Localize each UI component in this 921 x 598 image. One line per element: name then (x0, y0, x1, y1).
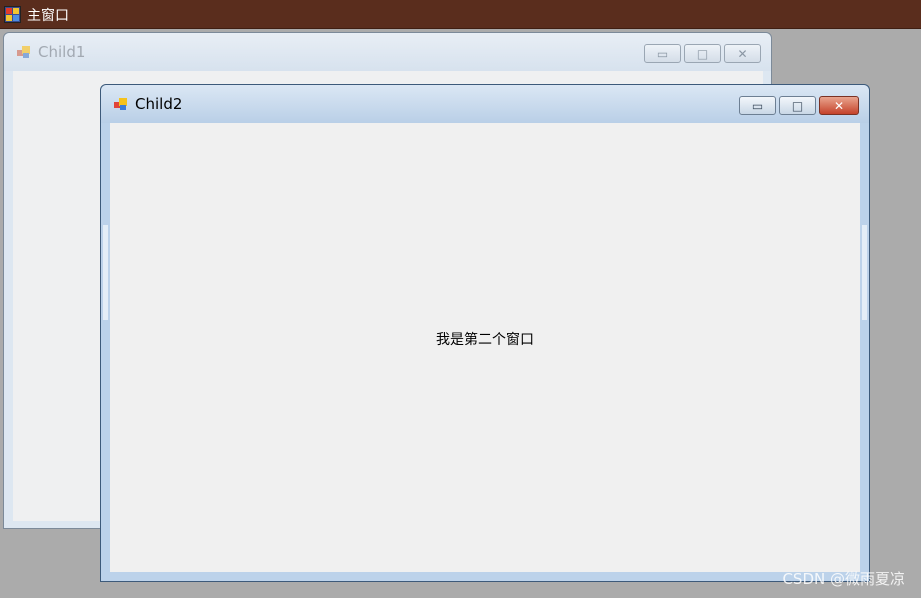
minimize-icon: ▭ (656, 46, 669, 61)
main-titlebar[interactable]: 主窗口 (0, 0, 921, 29)
close-icon: ✕ (833, 98, 845, 113)
maximize-icon: □ (791, 98, 804, 113)
minimize-button[interactable]: ▭ (644, 44, 681, 63)
frame-edge-right (862, 225, 867, 320)
child2-client-area: 我是第二个窗口 (110, 123, 860, 572)
minimize-button[interactable]: ▭ (739, 96, 776, 115)
child1-titlebar[interactable]: Child1 ▭ □ ✕ (4, 33, 771, 71)
maximize-button[interactable]: □ (779, 96, 816, 115)
child2-title: Child2 (135, 95, 183, 113)
form-app-icon (4, 6, 21, 23)
close-button[interactable]: ✕ (819, 96, 859, 115)
form-app-icon (16, 44, 32, 60)
form-app-icon (113, 96, 129, 112)
child1-title: Child1 (38, 43, 86, 61)
maximize-icon: □ (696, 46, 709, 61)
close-icon: ✕ (737, 46, 748, 61)
titlebar-divider (0, 28, 921, 29)
minimize-icon: ▭ (751, 98, 764, 113)
child2-titlebar[interactable]: Child2 ▭ □ ✕ (101, 85, 869, 123)
main-window-title: 主窗口 (27, 7, 69, 24)
frame-edge-left (103, 225, 108, 320)
maximize-button[interactable]: □ (684, 44, 721, 63)
watermark: CSDN @微雨夏凉 (782, 570, 905, 588)
close-button[interactable]: ✕ (724, 44, 761, 63)
window-label: 我是第二个窗口 (436, 332, 534, 348)
child2-window[interactable]: Child2 ▭ □ ✕ 我是第二个窗口 (100, 84, 870, 582)
